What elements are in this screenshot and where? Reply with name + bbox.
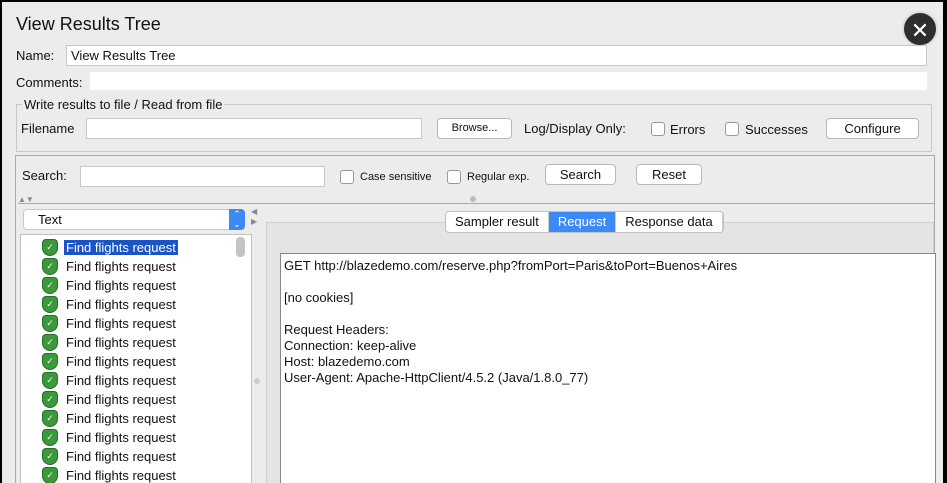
reset-button[interactable]: Reset [636,164,702,185]
errors-checkbox[interactable] [651,122,665,136]
success-shield-icon: ✓ [43,258,57,274]
close-icon[interactable]: ✕ [902,11,938,47]
request-line: Host: blazedemo.com [284,354,410,369]
filename-label: Filename [21,121,75,136]
view-results-tree-window: View Results Tree ✕ Name: View Results T… [2,2,943,483]
result-item[interactable]: ✓ Find flights request [43,238,178,256]
result-label: Find flights request [66,277,176,293]
name-label: Name: [16,48,55,63]
success-shield-icon: ✓ [43,353,57,369]
browse-button[interactable]: Browse... [437,118,512,139]
comments-label: Comments: [16,75,83,90]
result-label: Find flights request [66,467,176,483]
tab-request[interactable]: Request [548,212,617,232]
result-label: Find flights request [66,410,176,426]
window-title: View Results Tree [16,14,161,34]
file-legend: Write results to file / Read from file [22,97,225,112]
result-item[interactable]: ✓ Find flights request [43,409,178,427]
comments-input[interactable] [90,72,927,90]
renderer-select[interactable]: Text [23,209,245,230]
collapse-arrows-icon[interactable]: ◀ ▶ [251,207,257,227]
result-label: Find flights request [66,296,176,312]
configure-button[interactable]: Configure [826,118,919,139]
regex-label: Regular exp. [467,171,530,183]
request-line: GET http://blazedemo.com/reserve.php?fro… [284,258,738,273]
result-label: Find flights request [66,258,176,274]
detail-tabs: Sampler result Request Response data [445,211,724,233]
successes-label: Successes [745,122,808,137]
success-shield-icon: ✓ [43,372,57,388]
case-sensitive-checkbox[interactable] [340,170,354,184]
result-item[interactable]: ✓ Find flights request [43,352,178,370]
result-label: Find flights request [66,372,176,388]
select-chevron-icon: ⌃ ⌄ [229,209,245,230]
result-label: Find flights request [64,239,178,255]
search-button[interactable]: Search [545,164,616,185]
success-shield-icon: ✓ [43,429,57,445]
result-label: Find flights request [66,391,176,407]
success-shield-icon: ✓ [43,296,57,312]
result-item[interactable]: ✓ Find flights request [43,295,178,313]
request-line: Connection: keep-alive [284,338,417,353]
splitter-divider [18,203,934,204]
errors-label: Errors [670,122,706,137]
request-line [284,306,932,322]
request-line: Request Headers: [284,322,389,337]
result-label: Find flights request [66,448,176,464]
result-item[interactable]: ✓ Find flights request [43,390,178,408]
result-item[interactable]: ✓ Find flights request [43,276,178,294]
log-display-label: Log/Display Only: [524,121,626,136]
request-text-area[interactable]: GET http://blazedemo.com/reserve.php?fro… [280,253,936,483]
success-shield-icon: ✓ [43,467,57,483]
result-item[interactable]: ✓ Find flights request [43,466,178,483]
success-shield-icon: ✓ [43,277,57,293]
result-label: Find flights request [66,315,176,331]
result-item[interactable]: ✓ Find flights request [43,314,178,332]
search-input[interactable] [80,166,325,187]
result-item[interactable]: ✓ Find flights request [43,371,178,389]
request-line [284,274,932,290]
tab-sampler-result[interactable]: Sampler result [446,212,549,232]
filename-input[interactable] [86,118,422,139]
success-shield-icon: ✓ [43,448,57,464]
tab-response-data[interactable]: Response data [616,212,723,232]
case-sensitive-label: Case sensitive [360,171,432,183]
search-label: Search: [22,168,67,183]
regex-checkbox[interactable] [447,170,461,184]
success-shield-icon: ✓ [43,334,57,350]
results-tree: ✓ Find flights request ✓ Find flights reque… [20,234,252,483]
success-shield-icon: ✓ [43,391,57,407]
result-label: Find flights request [66,334,176,350]
result-item[interactable]: ✓ Find flights request [43,447,178,465]
result-item[interactable]: ✓ Find flights request [43,257,178,275]
results-scrollbar[interactable] [236,237,245,257]
name-input[interactable]: View Results Tree [66,45,927,66]
success-shield-icon: ✓ [43,410,57,426]
success-shield-icon: ✓ [43,239,57,255]
result-label: Find flights request [66,429,176,445]
result-item[interactable]: ✓ Find flights request [43,333,178,351]
request-line: User-Agent: Apache-HttpClient/4.5.2 (Jav… [284,370,589,385]
vertical-splitter-handle[interactable] [254,378,260,384]
splitter-handle-icon[interactable] [470,196,476,202]
successes-checkbox[interactable] [725,122,739,136]
result-item[interactable]: ✓ Find flights request [43,428,178,446]
success-shield-icon: ✓ [43,315,57,331]
result-label: Find flights request [66,353,176,369]
request-line: [no cookies] [284,290,354,305]
